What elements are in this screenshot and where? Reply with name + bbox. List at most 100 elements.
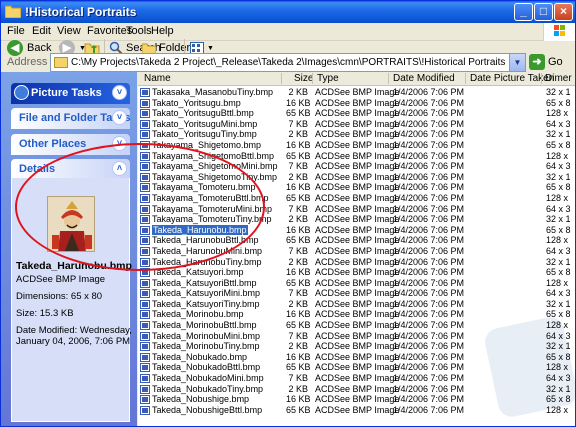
column-date-modified[interactable]: Date Modified [393,73,455,84]
detail-date-modified: Date Modified: Wednesday, [16,325,132,336]
minimize-button[interactable]: _ [514,3,533,21]
file-date-modified: 1/4/2006 7:06 PM [393,171,465,182]
folder-icon [5,5,21,18]
file-name: Takeda_Morinobu.bmp [152,309,244,320]
file-date-modified: 1/4/2006 7:06 PM [393,87,465,97]
file-type: ACDSee BMP Image [315,235,400,246]
file-row[interactable]: Takayama_TomoteruBttl.bmp 65 KB ACDSee BMP… [138,193,575,204]
file-type: ACDSee BMP Image [315,150,400,161]
file-row[interactable]: Takayama_Tomoteru.bmp 16 KB ACDSee BMP Ima… [138,182,575,193]
file-type: ACDSee BMP Image [315,288,400,299]
file-row[interactable]: Takayama_ShigetomoBttl.bmp 65 KB ACDSee BM… [138,151,575,162]
file-row[interactable]: Takeda_NobukadoTiny.bmp 2 KB ACDSee BMP Im… [138,384,575,395]
file-row[interactable]: Takasaka_MasanobuTiny.bmp 2 KB ACDSee BMP … [138,87,575,98]
file-size: 7 KB [288,288,308,299]
file-row[interactable]: Takayama_ShigetomoTiny.bmp 2 KB ACDSee BMP… [138,172,575,183]
file-row[interactable]: Takato_Yoritsugu.bmp 16 KB ACDSee BMP Imag… [138,98,575,109]
file-row[interactable]: Takeda_HarunobuTiny.bmp 2 KB ACDSee BMP Im… [138,257,575,268]
bmp-file-icon [140,321,150,331]
file-date-modified: 1/4/2006 7:06 PM [393,309,465,320]
file-dimensions: 32 x 1 [546,87,571,97]
file-row[interactable]: Takeda_KatsuyoriBttl.bmp 65 KB ACDSee BMP … [138,278,575,289]
chevron-down-icon[interactable]: ˅ [112,110,127,125]
file-date-modified: 1/4/2006 7:06 PM [393,383,465,394]
file-type: ACDSee BMP Image [315,245,400,256]
bmp-file-icon [140,331,150,341]
address-bar: Address C:\My Projects\Takeda 2 Project\… [1,53,575,72]
chevron-up-icon[interactable]: ˄ [112,161,127,176]
file-date-modified: 1/4/2006 7:06 PM [393,108,465,119]
file-folder-tasks-header[interactable]: File and Folder Tasks ˅ [11,108,131,129]
maximize-button[interactable]: □ [534,3,553,21]
file-row[interactable]: Takato_YoritsuguBttl.bmp 65 KB ACDSee BMP … [138,108,575,119]
column-dimensions[interactable]: Dimer [545,73,572,84]
file-row[interactable]: Takayama_ShigetomoMini.bmp 7 KB ACDSee BMP… [138,161,575,172]
file-type: ACDSee BMP Image [315,394,400,405]
file-row[interactable]: Takayama_Shigetomo.bmp 16 KB ACDSee BMP Im… [138,140,575,151]
file-date-modified: 1/4/2006 7:06 PM [393,182,465,193]
file-row[interactable]: Takeda_HarunobuMini.bmp 7 KB ACDSee BMP Im… [138,246,575,257]
file-row[interactable]: Takeda_Harunobu.bmp 16 KB ACDSee BMP Image… [138,224,575,236]
details-header[interactable]: Details ˄ [11,159,130,180]
bmp-file-icon [140,352,150,362]
file-row[interactable]: Takeda_NobukadoMini.bmp 7 KB ACDSee BMP Im… [138,373,575,384]
file-list[interactable]: Name Size Type Date Modified Date Pictur… [138,72,575,426]
file-dimensions: 65 x 8 [546,309,571,320]
file-type: ACDSee BMP Image [315,341,400,352]
address-input[interactable]: C:\My Projects\Takeda 2 Project\_Release… [50,53,526,72]
chevron-down-icon[interactable]: ˅ [112,85,127,100]
file-row[interactable]: Takeda_Nobukado.bmp 16 KB ACDSee BMP Image… [138,352,575,363]
file-dimensions: 65 x 8 [546,394,571,405]
file-row[interactable]: Takato_YoritsuguMini.bmp 7 KB ACDSee BMP I… [138,119,575,130]
other-places-label: Other Places [19,138,87,150]
file-row[interactable]: Takeda_MorinobuBttl.bmp 65 KB ACDSee BMP I… [138,320,575,331]
file-size: 7 KB [288,118,308,129]
file-row[interactable]: Takato_YoritsuguTiny.bmp 2 KB ACDSee BMP I… [138,129,575,140]
column-type[interactable]: Type [317,73,339,84]
title-bar[interactable]: !Historical Portraits _ □ × [1,1,575,23]
address-dropdown-icon[interactable]: ▼ [509,54,525,71]
file-row[interactable]: Takeda_NobushigeBttl.bmp 65 KB ACDSee BMP … [138,405,575,416]
column-size[interactable]: Size [294,73,313,84]
file-date-modified: 1/4/2006 7:06 PM [393,288,465,299]
detail-size: Size: 15.3 KB [16,308,74,319]
go-button[interactable]: ➜ Go [529,54,563,70]
file-size: 7 KB [288,245,308,256]
file-name: Takeda_Nobukado.bmp [152,351,248,362]
file-row[interactable]: Takeda_HarunobuBttl.bmp 65 KB ACDSee BMP I… [138,235,575,246]
file-row[interactable]: Takeda_KatsuyoriTiny.bmp 2 KB ACDSee BMP I… [138,299,575,310]
file-size: 2 KB [288,256,308,267]
file-type: ACDSee BMP Image [315,161,400,172]
file-name: Takeda_NobushigeBttl.bmp [152,404,263,415]
file-size: 65 KB [286,192,311,203]
file-name: Takato_Yoritsugu.bmp [152,97,241,108]
bmp-file-icon [140,109,150,119]
file-row[interactable]: Takayama_TomoteruMini.bmp 7 KB ACDSee BMP … [138,204,575,215]
close-button[interactable]: × [554,3,573,21]
file-dimensions: 32 x 1 [546,129,571,140]
bmp-file-icon [140,342,150,352]
file-date-modified: 1/4/2006 7:06 PM [393,394,465,405]
file-row[interactable]: Takeda_Morinobu.bmp 16 KB ACDSee BMP Image… [138,309,575,320]
file-row[interactable]: Takeda_Nobushige.bmp 16 KB ACDSee BMP Imag… [138,394,575,405]
file-row[interactable]: Takeda_NobukadoBttl.bmp 65 KB ACDSee BMP I… [138,362,575,373]
other-places-header[interactable]: Other Places ˅ [11,134,130,155]
column-name[interactable]: Name [144,73,171,84]
file-row[interactable]: Takeda_KatsuyoriMini.bmp 7 KB ACDSee BMP I… [138,288,575,299]
file-size: 65 KB [286,277,311,288]
picture-tasks-header[interactable]: Picture Tasks ˅ [11,83,130,104]
file-size: 7 KB [288,203,308,214]
file-row[interactable]: Takeda_MorinobuMini.bmp 7 KB ACDSee BMP Im… [138,331,575,342]
file-type: ACDSee BMP Image [315,118,400,129]
file-date-modified: 1/4/2006 7:06 PM [393,330,465,341]
file-row[interactable]: Takeda_Katsuyori.bmp 16 KB ACDSee BMP Imag… [138,267,575,278]
address-label: Address [7,56,48,68]
portrait-thumbnail [47,196,95,252]
file-size: 65 KB [286,150,311,161]
file-dimensions: 64 x 3 [546,373,571,384]
file-name: Takeda_NobukadoTiny.bmp [152,383,264,394]
file-row[interactable]: Takeda_MorinobuTiny.bmp 2 KB ACDSee BMP Im… [138,341,575,352]
chevron-down-icon[interactable]: ˅ [112,136,127,151]
file-type: ACDSee BMP Image [315,139,400,150]
file-row[interactable]: Takayama_TomoteruTiny.bmp 2 KB ACDSee BMP … [138,214,575,225]
